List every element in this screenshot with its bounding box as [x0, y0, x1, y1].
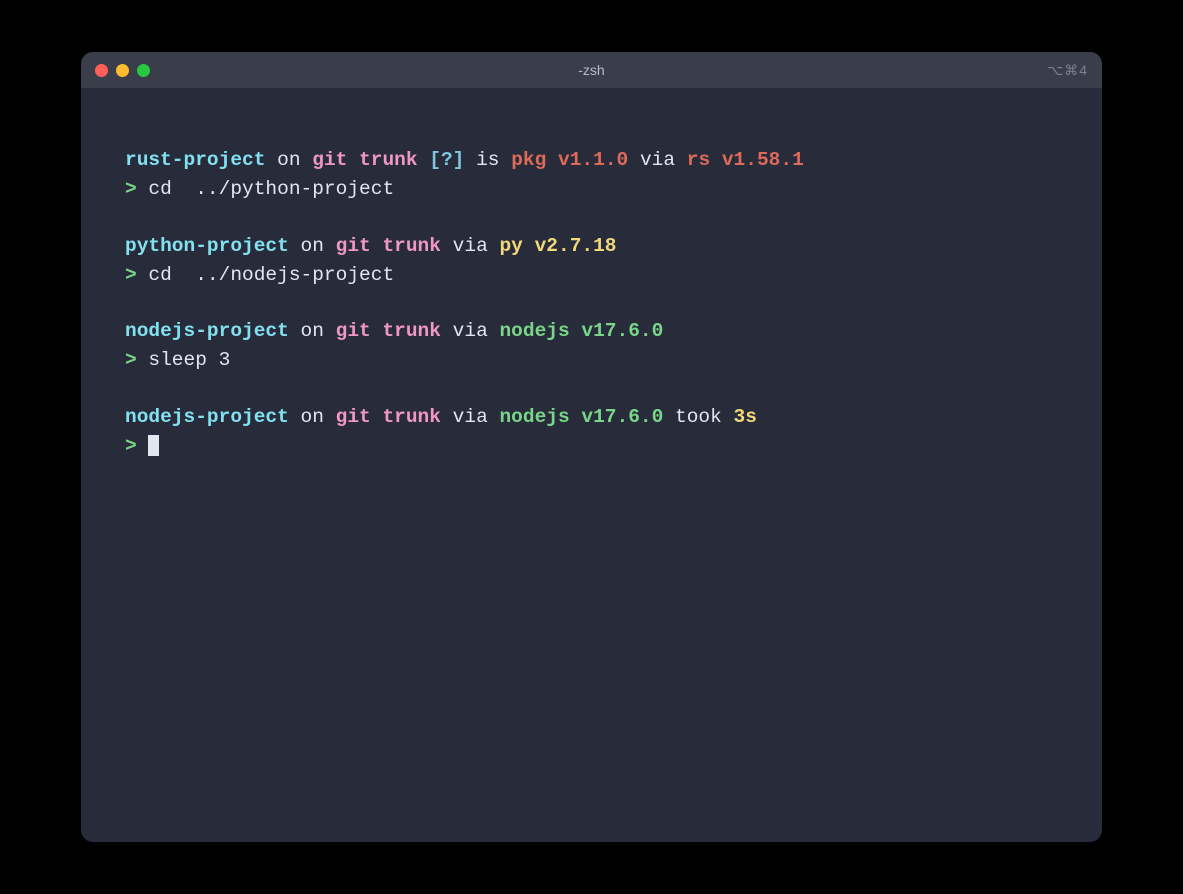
prompt-chevron: > — [125, 264, 137, 286]
window-title: -zsh — [81, 62, 1102, 78]
close-button[interactable] — [95, 64, 108, 77]
runtime-version: v2.7.18 — [535, 235, 617, 257]
via-label: via — [453, 320, 488, 342]
git-status: [?] — [429, 149, 464, 171]
pkg-version: v1.1.0 — [558, 149, 628, 171]
prompt-chevron: > — [125, 349, 137, 371]
directory: nodejs-project — [125, 320, 289, 342]
command-text: sleep 3 — [148, 349, 230, 371]
command-text: cd ../python-project — [148, 178, 394, 200]
runtime-version: v17.6.0 — [581, 320, 663, 342]
prompt-block: rust-project on git trunk [?] is pkg v1.… — [125, 146, 1058, 204]
branch-name: trunk — [359, 149, 418, 171]
git-label: git — [336, 320, 371, 342]
via-label: via — [640, 149, 675, 171]
on-label: on — [301, 235, 324, 257]
prompt-block: python-project on git trunk via py v2.7.… — [125, 232, 1058, 290]
prompt-line: nodejs-project on git trunk via nodejs v… — [125, 403, 1058, 432]
runtime-label: nodejs — [499, 320, 569, 342]
prompt-line: rust-project on git trunk [?] is pkg v1.… — [125, 146, 1058, 175]
terminal-content[interactable]: rust-project on git trunk [?] is pkg v1.… — [81, 88, 1102, 842]
command-line: > sleep 3 — [125, 346, 1058, 375]
on-label: on — [277, 149, 300, 171]
titlebar: -zsh ⌥⌘4 — [81, 52, 1102, 88]
runtime-label: py — [499, 235, 522, 257]
git-label: git — [336, 406, 371, 428]
via-label: via — [453, 406, 488, 428]
git-label: git — [312, 149, 347, 171]
pkg-label: pkg — [511, 149, 546, 171]
traffic-lights — [95, 64, 150, 77]
minimize-button[interactable] — [116, 64, 129, 77]
branch-name: trunk — [382, 320, 441, 342]
directory: nodejs-project — [125, 406, 289, 428]
on-label: on — [301, 406, 324, 428]
terminal-window: -zsh ⌥⌘4 rust-project on git trunk [?] i… — [81, 52, 1102, 842]
took-label: took — [675, 406, 722, 428]
is-label: is — [476, 149, 499, 171]
command-text: cd ../nodejs-project — [148, 264, 394, 286]
prompt-line: nodejs-project on git trunk via nodejs v… — [125, 317, 1058, 346]
branch-name: trunk — [382, 406, 441, 428]
prompt-line: python-project on git trunk via py v2.7.… — [125, 232, 1058, 261]
maximize-button[interactable] — [137, 64, 150, 77]
command-line: > cd ../python-project — [125, 175, 1058, 204]
prompt-block: nodejs-project on git trunk via nodejs v… — [125, 317, 1058, 375]
cursor — [148, 435, 159, 456]
prompt-chevron: > — [125, 435, 137, 457]
command-line: > — [125, 432, 1058, 461]
command-line: > cd ../nodejs-project — [125, 261, 1058, 290]
shortcut-hint: ⌥⌘4 — [1047, 62, 1088, 79]
directory: rust-project — [125, 149, 265, 171]
runtime-label: rs — [687, 149, 710, 171]
runtime-version: v1.58.1 — [722, 149, 804, 171]
prompt-chevron: > — [125, 178, 137, 200]
via-label: via — [453, 235, 488, 257]
prompt-block: nodejs-project on git trunk via nodejs v… — [125, 403, 1058, 461]
duration: 3s — [734, 406, 757, 428]
runtime-version: v17.6.0 — [581, 406, 663, 428]
git-label: git — [336, 235, 371, 257]
on-label: on — [301, 320, 324, 342]
runtime-label: nodejs — [499, 406, 569, 428]
branch-name: trunk — [382, 235, 441, 257]
directory: python-project — [125, 235, 289, 257]
